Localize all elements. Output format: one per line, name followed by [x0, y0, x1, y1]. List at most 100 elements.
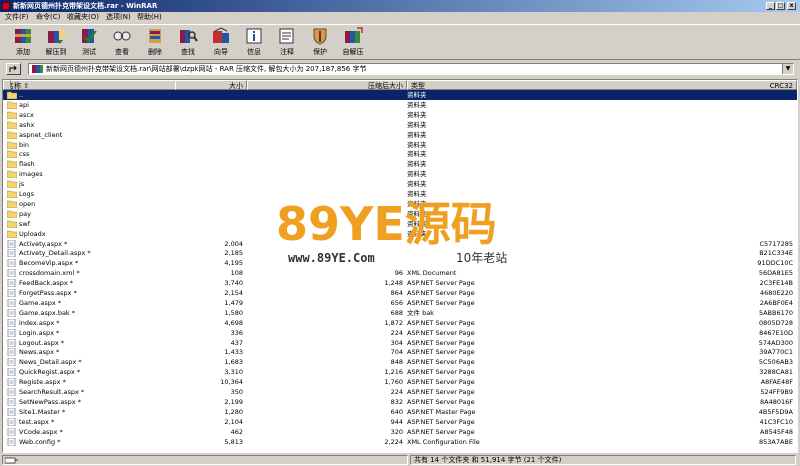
file-size: 1,479 [224, 298, 243, 307]
protect-button[interactable]: 保护 [305, 27, 335, 59]
folder-row[interactable]: .. 资料夹 [3, 90, 797, 100]
folder-row[interactable]: bin 资料夹 [3, 140, 797, 150]
folder-row[interactable]: pay 资料夹 [3, 209, 797, 219]
file-packed-size: 96 [394, 269, 403, 278]
file-type: ASP.NET Server Page [407, 318, 475, 327]
file-row[interactable]: News.aspx * 1,433 704 ASP.NET Server Page 39… [3, 347, 797, 357]
close-button[interactable]: x [787, 2, 796, 10]
path-field[interactable]: 新新网页德州扑克带架设文档.rar\网站部署\dzpk网站 - RAR 压缩文件… [28, 63, 794, 75]
file-name: Logs [19, 190, 34, 198]
column-header-packed[interactable]: 压缩后大小 [247, 80, 407, 90]
test-icon [82, 29, 97, 43]
column-header-size[interactable]: 大小 [175, 80, 247, 90]
file-row[interactable]: crossdomain.xml * 108 96 XML Document 56DA81… [3, 268, 797, 278]
view-button[interactable]: 查看 [107, 27, 137, 59]
folder-row[interactable]: images 资料夹 [3, 169, 797, 179]
sfx-button[interactable]: 自解压 [338, 27, 368, 59]
wizard-button[interactable]: 向导 [206, 27, 236, 59]
file-type: ASP.NET Master Page [407, 407, 476, 416]
folder-row[interactable]: swf 资料夹 [3, 219, 797, 229]
file-type: 资料夹 [407, 160, 427, 169]
sfx-icon [345, 27, 363, 43]
folder-row[interactable]: aspnet_client 资料夹 [3, 130, 797, 140]
file-row[interactable]: News_Detail.aspx * 1,683 848 ASP.NET Server… [3, 357, 797, 367]
file-row[interactable]: VCode.aspx * 462 320 ASP.NET Server Page A85… [3, 427, 797, 437]
menu-commands[interactable]: 命令(C) [36, 12, 60, 23]
file-name: News.aspx * [19, 348, 60, 357]
folder-icon [7, 111, 17, 119]
menu-bar: 文件(F) 命令(C) 收藏夹(O) 选项(N) 帮助(H) [0, 12, 800, 23]
file-icon [7, 407, 16, 416]
file-type: 资料夹 [407, 190, 427, 198]
file-crc: 574AD300 [758, 338, 793, 347]
file-type: 资料夹 [407, 170, 427, 179]
file-packed-size: 224 [390, 388, 403, 396]
path-dropdown-arrow[interactable]: ▼ [782, 64, 793, 74]
info-label: 信息 [247, 48, 261, 56]
file-row[interactable]: index.aspx * 4,698 1,872 ASP.NET Server Pag… [3, 318, 797, 328]
delete-button[interactable]: 删除 [140, 27, 170, 59]
file-packed-size: 688 [390, 308, 403, 317]
file-name: Game.aspx * [19, 298, 62, 307]
find-button[interactable]: 查找 [173, 27, 203, 59]
file-type: ASP.NET Server Page [407, 279, 475, 288]
status-bar: 共有 14 个文件夹 和 51,914 字节 (21 个文件) [0, 454, 800, 466]
folder-row[interactable]: css 资料夹 [3, 149, 797, 159]
add-button[interactable]: 添加 [8, 27, 38, 59]
file-list[interactable]: 名称 ⇧ 大小 压缩后大小 类型 CRC32 .. 资料夹 api 资料夹 ascx 资料… [2, 79, 798, 453]
folder-icon [7, 151, 17, 159]
folder-icon [7, 161, 17, 169]
file-row[interactable]: Logout.aspx * 437 304 ASP.NET Server Page 57… [3, 338, 797, 348]
extract-button[interactable]: 解压到 [41, 27, 71, 59]
comment-button[interactable]: 注释 [272, 27, 302, 59]
info-button[interactable]: 信息 [239, 27, 269, 59]
file-icon [7, 308, 16, 317]
folder-row[interactable]: ashx 资料夹 [3, 120, 797, 130]
file-type: XML Configuration File [407, 437, 480, 446]
folder-row[interactable]: api 资料夹 [3, 100, 797, 110]
file-type: 资料夹 [407, 100, 427, 109]
file-size: 108 [230, 269, 243, 278]
file-row[interactable]: Web.config * 5,813 2,224 XML Configuration … [3, 437, 797, 447]
file-row[interactable]: test.aspx * 2,104 944 ASP.NET Server Page 41… [3, 417, 797, 427]
folder-row[interactable]: Logs 资料夹 [3, 189, 797, 199]
folder-row[interactable]: js 资料夹 [3, 179, 797, 189]
file-row[interactable]: Game.aspx * 1,479 656 ASP.NET Server Page 2A… [3, 298, 797, 308]
file-row[interactable]: QuickRegist.aspx * 3,310 1,216 ASP.NET Serv… [3, 367, 797, 377]
file-type: ASP.NET Server Page [407, 338, 475, 347]
file-row[interactable]: Activety_Detail.aspx * 2,185 B21C334E [3, 248, 797, 258]
file-row[interactable]: Site1.Master * 1,280 640 ASP.NET Master Pag… [3, 407, 797, 417]
file-crc: 5ABB6170 [758, 308, 793, 317]
file-size: 3,310 [224, 368, 243, 377]
folder-row[interactable]: ascx 资料夹 [3, 110, 797, 120]
up-folder-button[interactable] [6, 63, 21, 75]
file-row[interactable]: Game.aspx.bak * 1,580 688 文件 bak 5ABB6170 [3, 308, 797, 318]
test-button[interactable]: 测试 [74, 27, 104, 59]
maximize-button[interactable]: □ [776, 2, 785, 10]
folder-row[interactable]: open 资料夹 [3, 199, 797, 209]
file-row[interactable]: Registe.aspx * 10,364 1,760 ASP.NET Server … [3, 377, 797, 387]
file-row[interactable]: Activety.aspx * 2,004 C5717285 [3, 239, 797, 249]
file-row[interactable]: SearchResult.aspx * 350 224 ASP.NET Server … [3, 387, 797, 397]
file-row[interactable]: ForgetPass.aspx * 2,154 864 ASP.NET Server … [3, 288, 797, 298]
winrar-app-icon [2, 2, 10, 10]
menu-options[interactable]: 选项(N) [106, 12, 131, 23]
file-type: XML Document [407, 269, 457, 278]
file-name: News_Detail.aspx * [19, 358, 82, 367]
minimize-button[interactable]: _ [766, 2, 775, 10]
file-row[interactable]: SetNewPass.aspx * 2,199 832 ASP.NET Server … [3, 397, 797, 407]
file-row[interactable]: Login.aspx * 336 224 ASP.NET Server Page 846… [3, 328, 797, 338]
file-type: 资料夹 [407, 130, 427, 139]
file-row[interactable]: BecomeVip.aspx * 4,195 91DDC10C [3, 258, 797, 268]
folder-row[interactable]: Uploadx 资料夹 [3, 229, 797, 239]
menu-help[interactable]: 帮助(H) [137, 12, 162, 23]
test-label: 测试 [82, 48, 96, 56]
folder-icon [7, 170, 17, 179]
file-name: open [19, 199, 36, 208]
column-header-type[interactable]: 类型 [407, 80, 797, 90]
menu-favorites[interactable]: 收藏夹(O) [67, 12, 99, 23]
menu-file[interactable]: 文件(F) [5, 12, 29, 23]
file-row[interactable]: FeedBack.aspx * 3,740 1,248 ASP.NET Server … [3, 278, 797, 288]
column-header-crc[interactable]: CRC32 [743, 80, 797, 90]
folder-row[interactable]: flash 资料夹 [3, 159, 797, 169]
